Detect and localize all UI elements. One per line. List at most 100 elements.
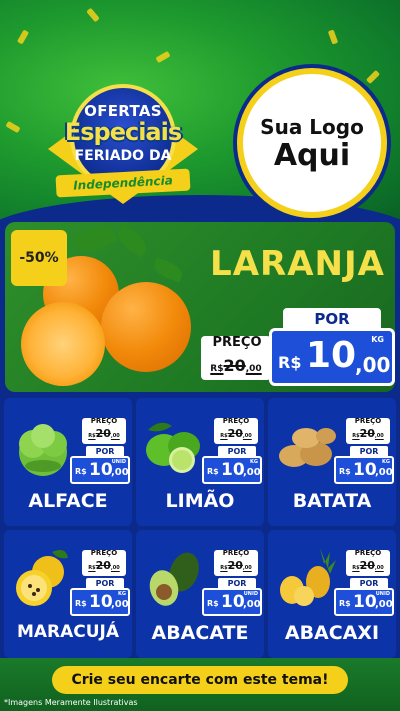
new-price-box: R$ 10,00 KG: [202, 456, 262, 484]
price-dec: ,00: [243, 599, 261, 610]
logo-placeholder[interactable]: Sua Logo Aqui: [237, 68, 387, 218]
leaf-icon: [151, 257, 185, 283]
badge-line-feriado: FERIADO DA: [74, 148, 172, 164]
pineapple-icon: [272, 542, 342, 612]
old-price-value: R$20,00: [201, 356, 271, 375]
price-unit: UNID: [375, 591, 390, 597]
price-unit: KG: [371, 335, 384, 344]
product-name: BATATA: [292, 490, 372, 512]
old-price-dec: ,00: [245, 364, 262, 374]
old-price-currency: R$: [220, 565, 228, 571]
confetti-decoration: [155, 50, 171, 64]
product-card-abacaxi[interactable]: PREÇO R$20,00 POR R$ 10,00 UNID ABACAXI: [268, 530, 396, 658]
new-price-box: R$ 10,00 KG: [70, 588, 130, 616]
product-card-alface[interactable]: PREÇO R$20,00 POR R$ 10,00 UNID ALFACE: [4, 398, 132, 526]
product-card-batata[interactable]: PREÇO R$20,00 POR R$ 10,00 KG BATATA: [268, 398, 396, 526]
new-price-box: R$ 10,00 KG: [334, 456, 394, 484]
old-price-label: PREÇO: [222, 549, 250, 557]
price-dec: ,00: [375, 467, 393, 478]
old-price-dec: ,00: [374, 565, 384, 571]
new-price-box: R$ 10 ,00 KG: [269, 328, 395, 386]
product-name: LIMÃO: [165, 490, 235, 512]
old-price-int: 20: [223, 356, 246, 375]
new-price-box: R$ 10,00 UNID: [70, 456, 130, 484]
leaf-icon: [72, 222, 118, 258]
disclaimer-note: *Imagens Meramente Ilustrativas: [4, 698, 138, 707]
price-dec: ,00: [111, 599, 129, 610]
orange-half-icon: [21, 302, 105, 386]
price-unit: UNID: [243, 591, 258, 597]
price-unit: KG: [118, 591, 126, 597]
old-price-value: R$20,00: [346, 559, 390, 572]
old-price-int: 20: [95, 559, 111, 572]
price-dec: ,00: [375, 599, 393, 610]
new-price-label: POR: [283, 308, 381, 330]
price-currency: R$: [339, 599, 351, 608]
old-price-currency: R$: [352, 565, 360, 571]
confetti-decoration: [5, 120, 21, 134]
old-price-int: 20: [359, 427, 375, 440]
old-price-currency: R$: [352, 433, 360, 439]
price-int: 10: [89, 592, 113, 612]
confetti-decoration: [365, 69, 381, 85]
price-int: 10: [89, 460, 113, 480]
old-price-dec: ,00: [242, 433, 252, 439]
old-price-dec: ,00: [110, 433, 120, 439]
potato-icon: [272, 410, 342, 480]
price-currency: R$: [339, 467, 351, 476]
price-unit: KG: [382, 459, 390, 465]
old-price-label: PREÇO: [90, 417, 118, 425]
featured-product-name: LARANJA: [210, 244, 385, 284]
old-price-label: PREÇO: [90, 549, 118, 557]
old-price-currency: R$: [88, 565, 96, 571]
old-price-value: R$20,00: [82, 559, 126, 572]
product-card-limao[interactable]: PREÇO R$20,00 POR R$ 10,00 KG LIMÃO: [136, 398, 264, 526]
old-price-value: R$20,00: [214, 559, 258, 572]
create-flyer-button[interactable]: Crie seu encarte com este tema!: [52, 666, 348, 694]
old-price-label: PREÇO: [354, 549, 382, 557]
price-currency: R$: [278, 353, 302, 372]
price-int: 10: [353, 592, 377, 612]
old-price-int: 20: [227, 427, 243, 440]
old-price-dec: ,00: [110, 565, 120, 571]
confetti-decoration: [327, 29, 339, 45]
passion-fruit-icon: [8, 542, 78, 612]
old-price-value: R$20,00: [214, 427, 258, 440]
price-dec: ,00: [111, 467, 129, 478]
badge-ribbon: Independência: [55, 168, 191, 198]
lettuce-icon: [8, 410, 78, 480]
header-banner: OFERTAS Especiais FERIADO DA Independênc…: [0, 0, 400, 225]
price-int: 10: [221, 460, 245, 480]
featured-product-card[interactable]: -50% LARANJA PREÇO R$20,00 POR R$ 10 ,00…: [5, 222, 395, 392]
price-dec: ,00: [355, 353, 391, 377]
product-name: ALFACE: [28, 490, 108, 512]
lime-icon: [140, 410, 210, 480]
new-price-box: R$ 10,00 UNID: [202, 588, 262, 616]
product-name: ABACATE: [151, 622, 249, 644]
price-currency: R$: [75, 467, 87, 476]
avocado-icon: [140, 542, 210, 612]
product-card-abacate[interactable]: PREÇO R$20,00 POR R$ 10,00 UNID ABACATE: [136, 530, 264, 658]
old-price-currency: R$: [210, 364, 224, 374]
price-currency: R$: [75, 599, 87, 608]
badge-ribbon-text: Independência: [72, 173, 174, 193]
confetti-decoration: [86, 7, 100, 23]
price-int: 10: [306, 335, 357, 376]
footer-bar: Crie seu encarte com este tema! *Imagens…: [0, 658, 400, 711]
price-unit: UNID: [111, 459, 126, 465]
old-price-int: 20: [95, 427, 111, 440]
product-card-maracuja[interactable]: PREÇO R$20,00 POR R$ 10,00 KG MARACUJÁ: [4, 530, 132, 658]
price-int: 10: [353, 460, 377, 480]
leaf-icon: [112, 223, 152, 259]
logo-text-line1: Sua Logo: [260, 114, 364, 139]
old-price-currency: R$: [88, 433, 96, 439]
offers-badge: OFERTAS Especiais FERIADO DA Independênc…: [48, 72, 198, 222]
old-price-label: PREÇO: [212, 335, 262, 350]
old-price-int: 20: [359, 559, 375, 572]
price-currency: R$: [207, 467, 219, 476]
old-price-currency: R$: [220, 433, 228, 439]
logo-text-line2: Aqui: [273, 137, 351, 173]
price-unit: KG: [250, 459, 258, 465]
price-dec: ,00: [243, 467, 261, 478]
product-name: ABACAXI: [284, 622, 380, 644]
